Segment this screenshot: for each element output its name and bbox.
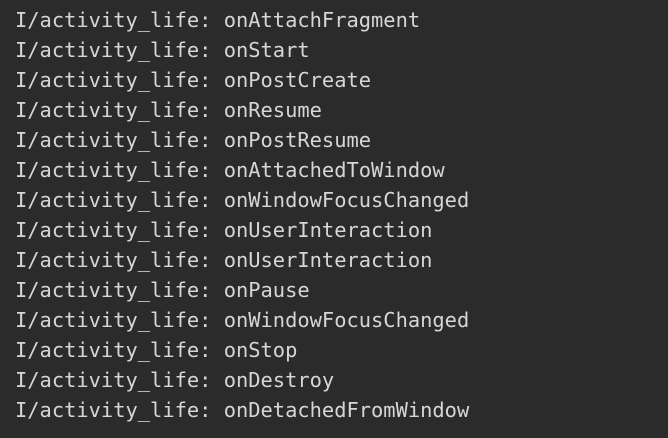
log-line[interactable]: I/activity_life: onResume (15, 95, 668, 125)
log-tag: I/activity_life: (15, 158, 212, 182)
log-tag: I/activity_life: (15, 308, 212, 332)
log-message: onWindowFocusChanged (223, 308, 470, 332)
log-message: onPostResume (223, 128, 372, 152)
log-message: onAttachFragment (223, 8, 421, 32)
log-message: onUserInteraction (223, 248, 433, 272)
log-tag: I/activity_life: (15, 398, 212, 422)
log-tag: I/activity_life: (15, 68, 212, 92)
log-tag: I/activity_life: (15, 218, 212, 242)
log-message: onStart (223, 38, 310, 62)
log-tag: I/activity_life: (15, 338, 212, 362)
log-line[interactable]: I/activity_life: onWindowFocusChanged (15, 305, 668, 335)
log-line[interactable]: I/activity_life: onStart (15, 35, 668, 65)
log-message: onUserInteraction (223, 218, 433, 242)
log-tag: I/activity_life: (15, 278, 212, 302)
log-message: onAttachedToWindow (223, 158, 445, 182)
log-line[interactable]: I/activity_life: onAttachedToWindow (15, 155, 668, 185)
log-tag: I/activity_life: (15, 38, 212, 62)
log-message: onDestroy (223, 368, 335, 392)
log-message: onPostCreate (223, 68, 372, 92)
log-line[interactable]: I/activity_life: onUserInteraction (15, 245, 668, 275)
log-tag: I/activity_life: (15, 8, 212, 32)
log-tag: I/activity_life: (15, 248, 212, 272)
logcat-output-panel[interactable]: I/activity_life: onAttachFragment I/acti… (0, 0, 668, 438)
log-message: onWindowFocusChanged (223, 188, 470, 212)
log-message: onStop (223, 338, 298, 362)
log-line[interactable]: I/activity_life: onStop (15, 335, 668, 365)
log-tag: I/activity_life: (15, 368, 212, 392)
log-tag: I/activity_life: (15, 98, 212, 122)
log-line[interactable]: I/activity_life: onWindowFocusChanged (15, 185, 668, 215)
log-tag: I/activity_life: (15, 128, 212, 152)
log-line[interactable]: I/activity_life: onPostCreate (15, 65, 668, 95)
log-line[interactable]: I/activity_life: onUserInteraction (15, 215, 668, 245)
log-line[interactable]: I/activity_life: onDestroy (15, 365, 668, 395)
log-line[interactable]: I/activity_life: onDetachedFromWindow (15, 395, 668, 425)
log-line[interactable]: I/activity_life: onPause (15, 275, 668, 305)
log-message: onDetachedFromWindow (223, 398, 470, 422)
log-line[interactable]: I/activity_life: onAttachFragment (15, 5, 668, 35)
log-tag: I/activity_life: (15, 188, 212, 212)
log-line[interactable]: I/activity_life: onPostResume (15, 125, 668, 155)
log-message: onResume (223, 98, 322, 122)
log-message: onPause (223, 278, 310, 302)
